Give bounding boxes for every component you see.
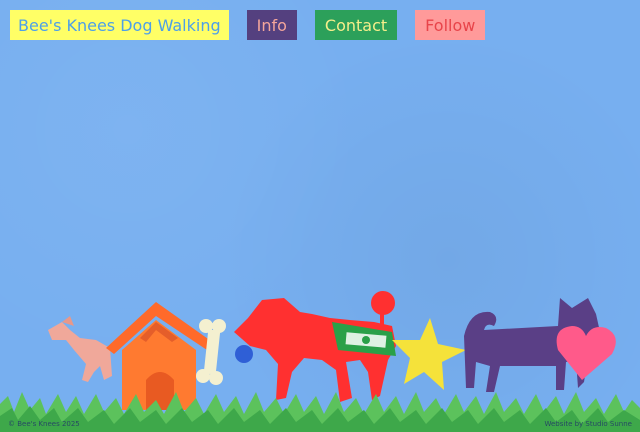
bone-illustration (196, 319, 226, 385)
illustration (0, 291, 640, 432)
star-illustration (392, 318, 466, 390)
dog-house-illustration (106, 302, 218, 410)
copyright-text: © Bee's Knees 2025 (8, 420, 80, 428)
dachshund-illustration (48, 316, 112, 382)
credit-text: Website by Studio Sunne (544, 420, 632, 428)
